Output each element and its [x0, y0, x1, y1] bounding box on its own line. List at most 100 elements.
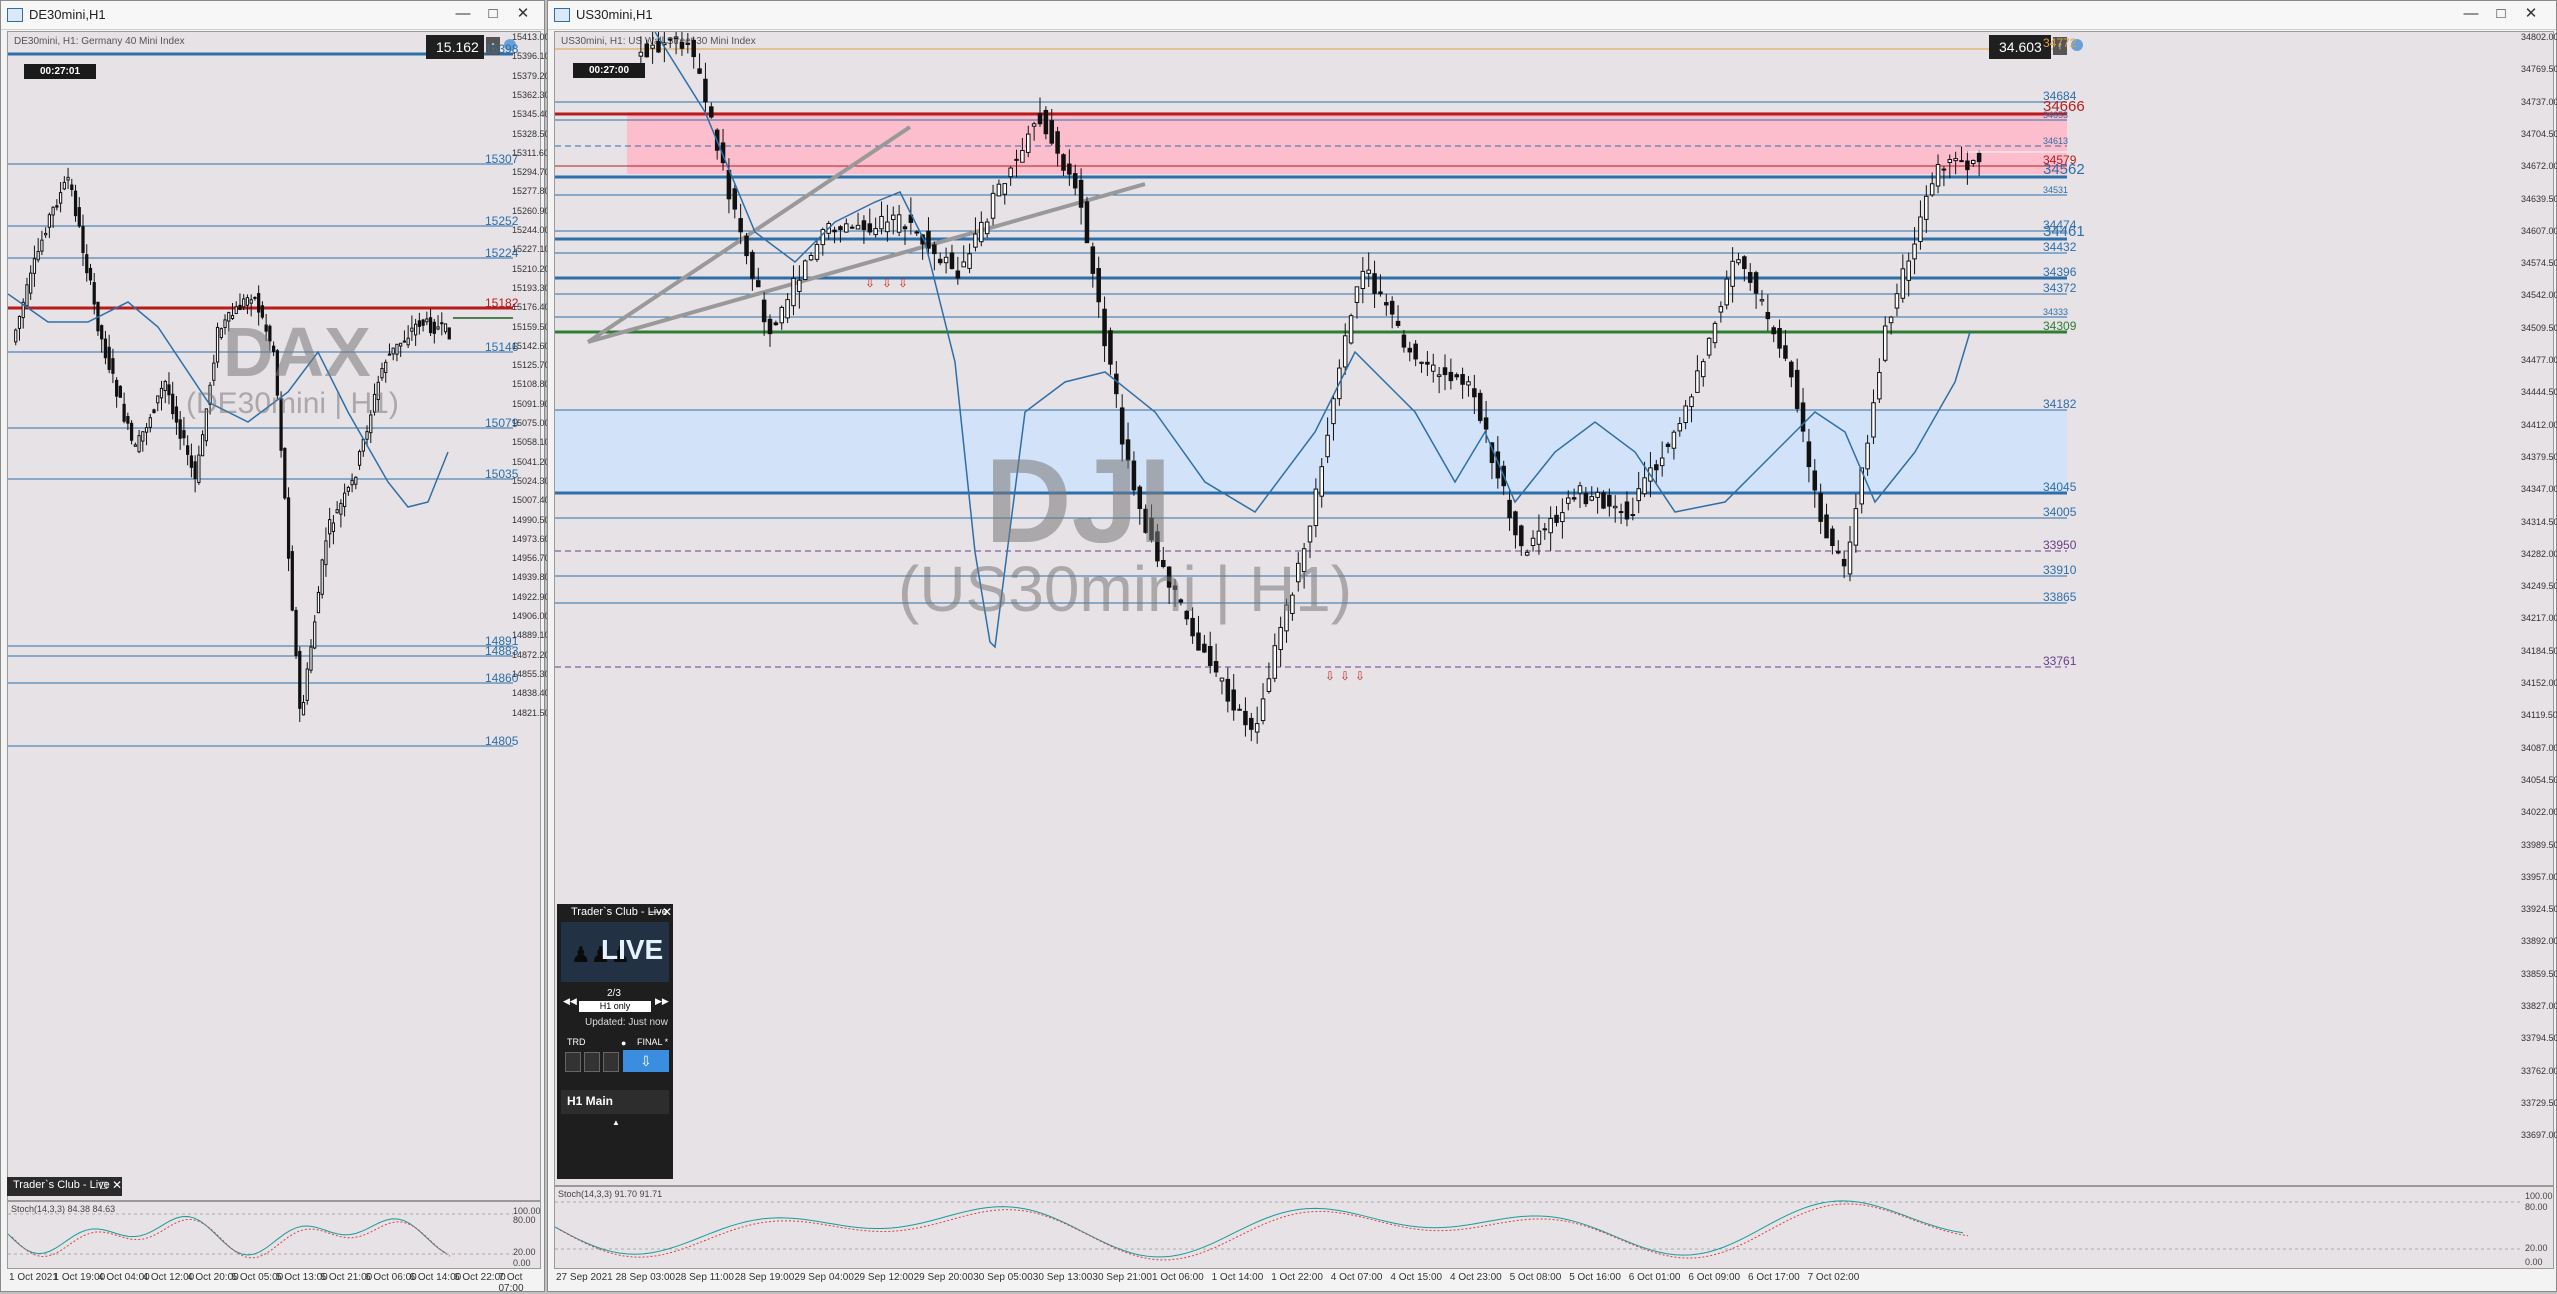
- h1-main-label: H1 Main: [567, 1094, 614, 1108]
- traders-club-widget[interactable]: Trader`s Club - Live — ✕ ♟♟♟ LIVE ◀◀ 2/3…: [557, 904, 673, 1179]
- minimize-icon[interactable]: —: [2456, 3, 2486, 25]
- lock-icon[interactable]: ●: [621, 1038, 626, 1048]
- panel-close-icon[interactable]: ✕: [112, 1178, 122, 1192]
- bear-candle: [1096, 268, 1101, 303]
- bull-candle: [1219, 677, 1225, 682]
- panel-restore-icon[interactable]: □: [100, 1178, 107, 1192]
- bull-candle: [1689, 396, 1694, 408]
- bear-candle: [1460, 374, 1465, 385]
- bear-candle: [744, 235, 749, 257]
- widget-close-icon[interactable]: ✕: [662, 905, 672, 919]
- bear-candle: [107, 346, 111, 370]
- bear-candle: [1519, 525, 1524, 547]
- bear-candle: [1207, 645, 1213, 666]
- bull-candle: [1642, 477, 1647, 495]
- bear-candle: [189, 455, 194, 468]
- maximize-icon[interactable]: □: [478, 3, 508, 25]
- windows-icon[interactable]: [584, 1052, 600, 1072]
- price-axis-label: 14956.70: [512, 553, 550, 564]
- bull-candle: [328, 519, 332, 535]
- bear-candle: [861, 220, 867, 230]
- bull-candle: [1730, 260, 1735, 287]
- bear-candle: [1249, 717, 1254, 730]
- time-axis-label: 5 Oct 08:00: [1509, 1272, 1562, 1283]
- filter-label[interactable]: H1 only: [579, 1001, 651, 1012]
- window-titlebar[interactable]: DE30mini,H1 — □ ✕: [1, 1, 544, 30]
- collapse-icon[interactable]: ▲: [612, 1118, 620, 1127]
- price-axis-label: 34672.00: [2521, 161, 2557, 172]
- dji-chart-window[interactable]: US30mini,H1 — □ ✕ US30mini, H1: US Wall …: [547, 0, 2557, 1292]
- down-arrow-icon: ⇩: [865, 276, 875, 290]
- bear-candle: [1108, 330, 1113, 365]
- bull-candle: [320, 559, 324, 595]
- bull-candle: [1307, 525, 1313, 543]
- bear-candle: [1043, 109, 1049, 135]
- download-button[interactable]: ⇩: [623, 1050, 669, 1072]
- close-icon[interactable]: ✕: [2516, 3, 2546, 25]
- prev-first-icon[interactable]: ◀◀: [563, 996, 577, 1007]
- price-chart[interactable]: DE30mini, H1: Germany 40 Mini Index 00:2…: [7, 31, 550, 1201]
- bear-candle: [238, 304, 242, 311]
- bear-candle: [1789, 361, 1794, 378]
- bull-candle: [29, 272, 33, 294]
- bull-candle: [1548, 517, 1553, 534]
- minimize-icon[interactable]: —: [448, 3, 478, 25]
- time-axis-label: 6 Oct 09:00: [1688, 1272, 1741, 1283]
- price-axis-label: 14838.40: [512, 688, 550, 699]
- next-last-icon[interactable]: ▶▶: [655, 996, 669, 1007]
- price-axis-label: 33794.50: [2521, 1033, 2557, 1044]
- bull-candle: [820, 229, 826, 246]
- h1-main-bar[interactable]: H1 Main: [561, 1090, 669, 1114]
- bear-candle: [122, 403, 126, 422]
- bull-candle: [391, 347, 395, 355]
- bull-candle: [58, 192, 63, 204]
- bull-candle: [808, 254, 814, 261]
- price-chart[interactable]: US30mini, H1: US Wall Street 30 Mini Ind…: [554, 31, 2557, 1186]
- level-label: 33910: [2043, 563, 2077, 577]
- bear-candle: [1078, 179, 1084, 208]
- time-axis-label: 6 Oct 01:00: [1628, 1272, 1681, 1283]
- bear-candle: [1090, 246, 1096, 274]
- price-axis-label: 34379.50: [2521, 451, 2557, 462]
- bull-candle: [156, 395, 160, 404]
- time-axis-label: 30 Sep 21:00: [1092, 1272, 1152, 1283]
- bear-candle: [709, 106, 714, 118]
- traders-club-minimized-panel[interactable]: Trader`s Club - Live □ ✕: [7, 1177, 122, 1196]
- price-axis-label: 15007.40: [512, 495, 550, 506]
- close-icon[interactable]: ✕: [508, 3, 538, 25]
- bull-candle: [36, 250, 40, 261]
- bull-candle: [996, 183, 1002, 197]
- stochastic-oscillator[interactable]: Stoch(14,3,3) 91.70 91.71 100.00 80.00 2…: [554, 1186, 2554, 1269]
- bear-candle: [421, 319, 425, 326]
- widget-minimize-icon[interactable]: —: [649, 904, 661, 918]
- maximize-icon[interactable]: □: [2486, 3, 2516, 25]
- time-axis-label: 29 Sep 04:00: [794, 1272, 854, 1283]
- window-titlebar[interactable]: US30mini,H1 — □ ✕: [548, 1, 2556, 30]
- bear-candle: [1836, 551, 1841, 554]
- bull-candle: [1419, 361, 1424, 364]
- bull-candle: [979, 221, 984, 243]
- stochastic-oscillator[interactable]: Stoch(14,3,3) 84.38 84.63 100.00 80.00 2…: [7, 1201, 541, 1269]
- bear-candle: [77, 207, 81, 227]
- time-axis-label: 29 Sep 20:00: [913, 1272, 974, 1283]
- bull-candle: [1683, 405, 1688, 424]
- bear-candle: [926, 230, 931, 249]
- bull-candle: [249, 299, 253, 304]
- bear-candle: [1806, 441, 1812, 468]
- price-axis-label: 15041.20: [512, 456, 550, 467]
- bull-candle: [1947, 159, 1953, 164]
- bull-candle: [791, 277, 796, 307]
- time-axis-label: 28 Sep 11:00: [675, 1272, 734, 1283]
- bull-candle: [1577, 485, 1583, 494]
- bull-candle: [1888, 316, 1894, 324]
- price-axis-label: 15311.60: [512, 147, 549, 158]
- price-axis-label: 14973.60: [512, 533, 550, 544]
- price-axis-label: 33989.50: [2521, 839, 2557, 850]
- stack-icon[interactable]: [603, 1052, 619, 1072]
- bull-candle: [242, 298, 246, 308]
- bear-candle: [1654, 464, 1659, 471]
- bear-candle: [1384, 302, 1389, 306]
- document-icon[interactable]: [565, 1052, 581, 1072]
- dax-chart-window[interactable]: DE30mini,H1 — □ ✕ DE30mini, H1: Germany …: [0, 0, 550, 1294]
- price-axis-label: 34477.00: [2521, 355, 2557, 365]
